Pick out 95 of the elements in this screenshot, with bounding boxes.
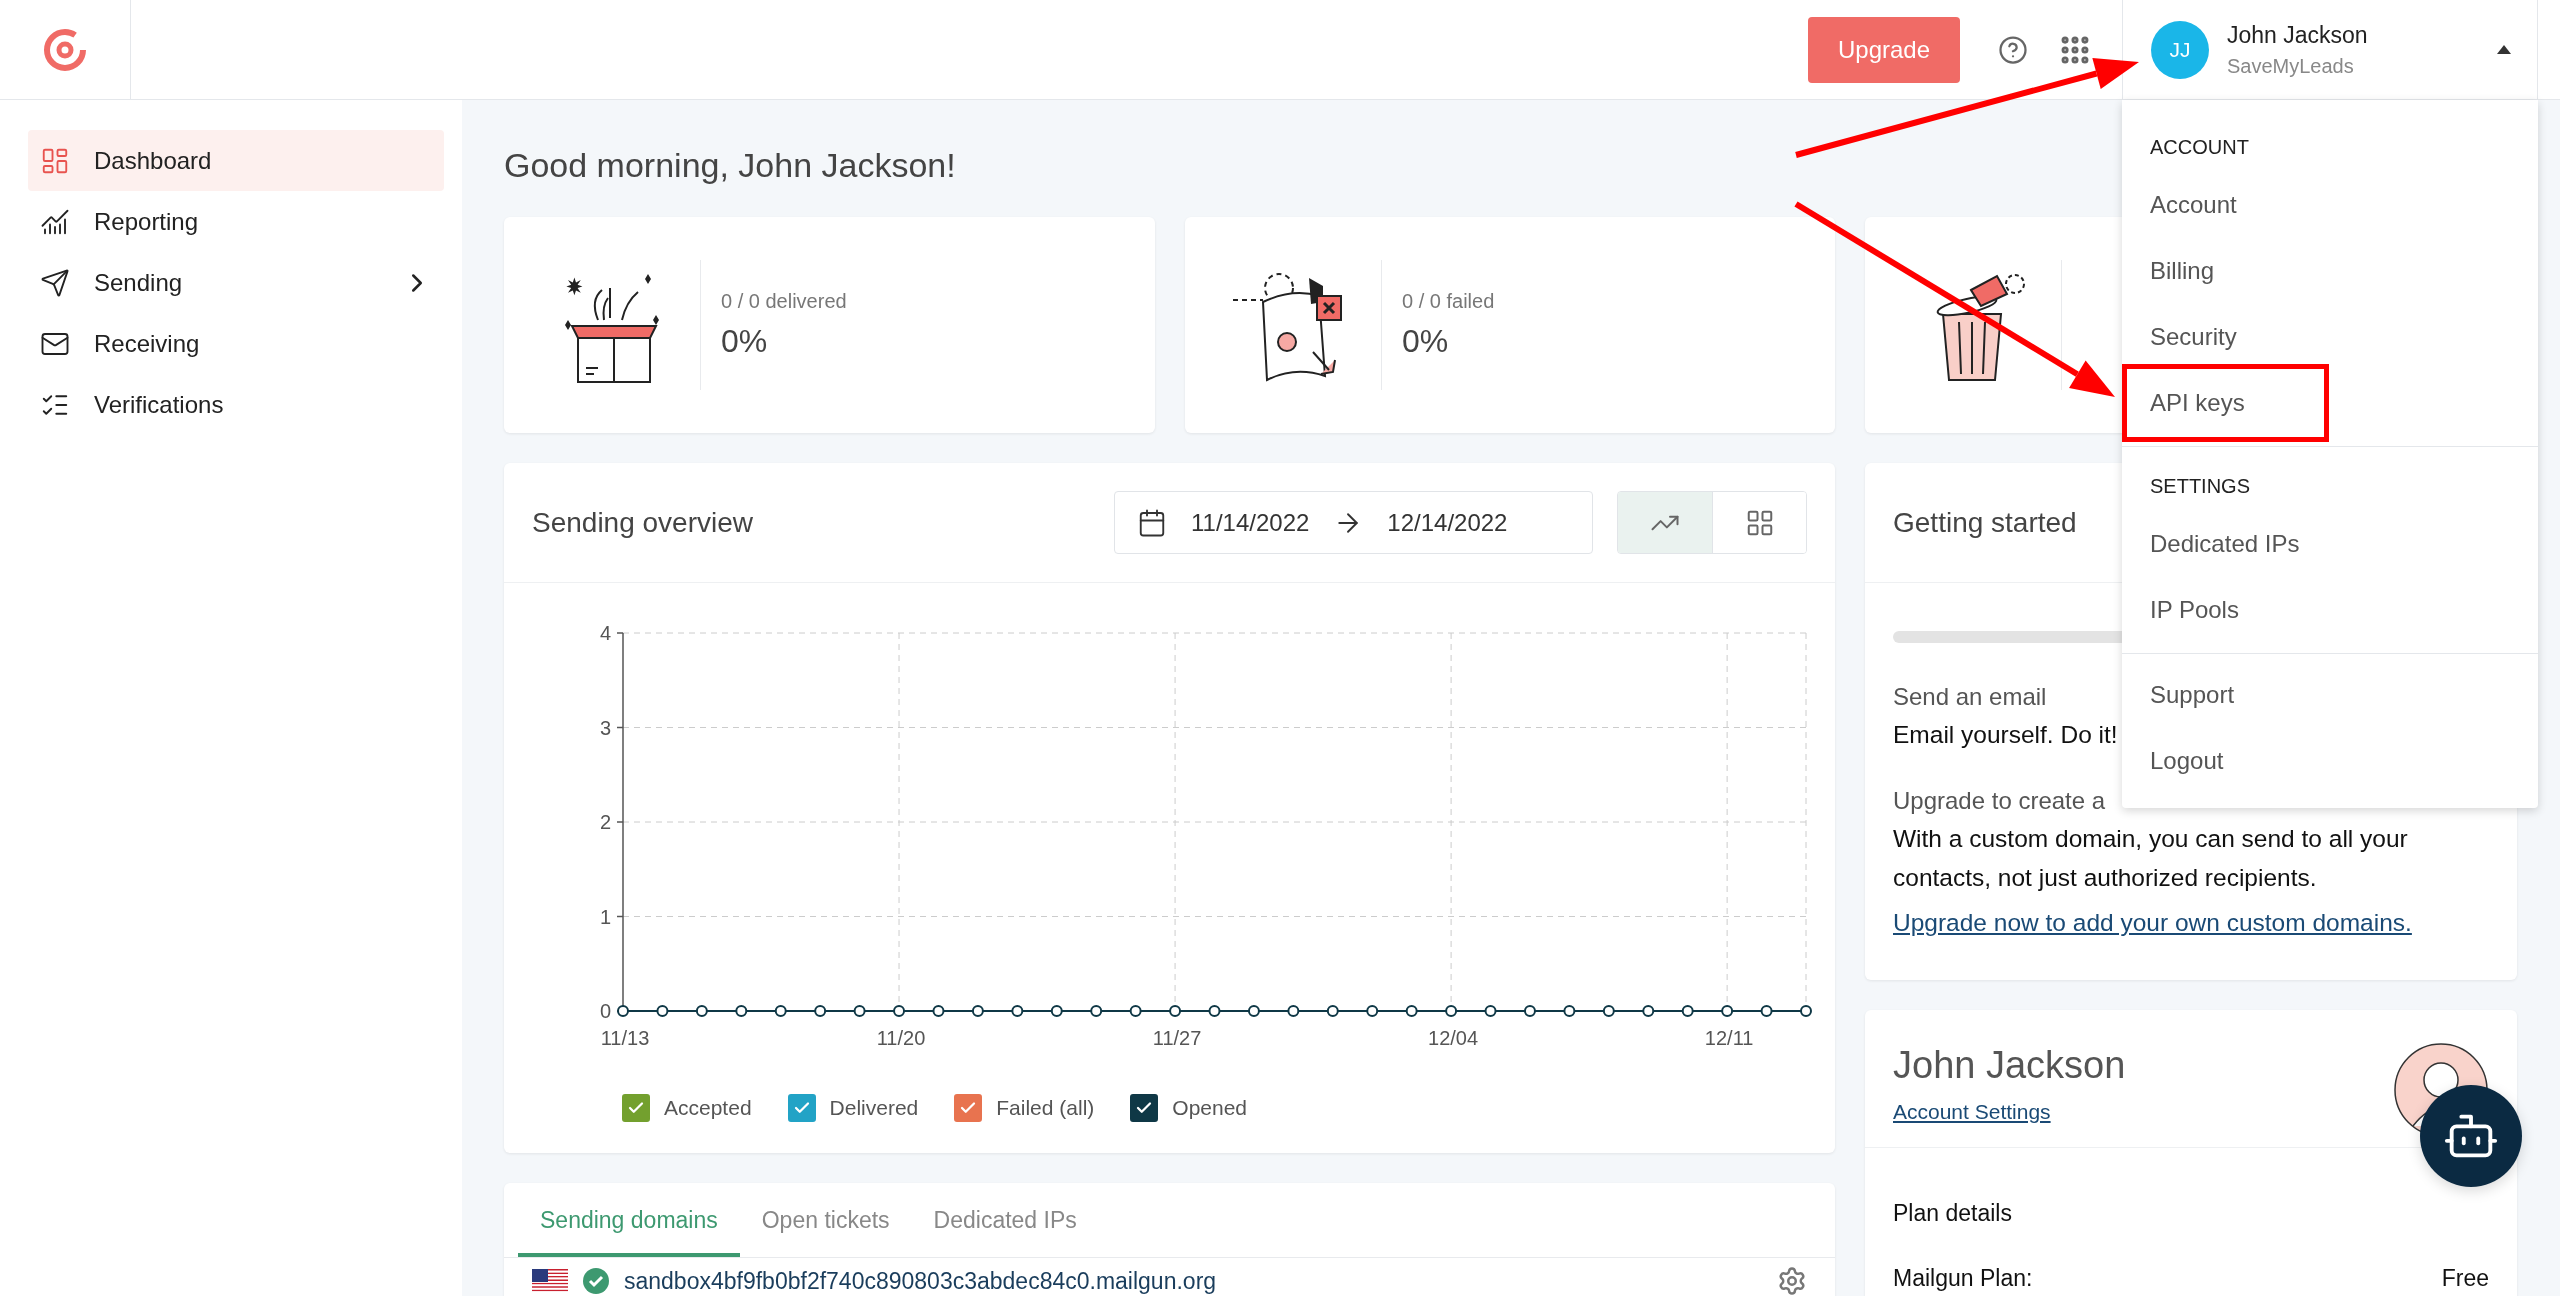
data-point (1090, 1005, 1103, 1017)
grid-view-button[interactable] (1712, 492, 1806, 553)
legend-checkbox[interactable] (787, 1094, 816, 1122)
data-point (1445, 1005, 1458, 1017)
axis-label: 0 (599, 1000, 611, 1022)
legend-label: Accepted (664, 1096, 752, 1120)
menu-item[interactable]: Dedicated IPs (2122, 511, 2538, 577)
axis-label: 11/27 (1152, 1027, 1202, 1049)
plan-label: Mailgun Plan: (1893, 1265, 2033, 1292)
tab[interactable]: Dedicated IPs (911, 1187, 1099, 1257)
caret-icon[interactable] (2497, 45, 2511, 54)
settings-icon[interactable] (1777, 1266, 1807, 1296)
sidebar-item[interactable]: Verifications (28, 374, 444, 435)
data-point (1760, 1005, 1773, 1017)
sidebar-item[interactable]: Dashboard (28, 130, 444, 191)
data-point (774, 1005, 787, 1017)
calendar-icon (1137, 507, 1167, 538)
date-range-field[interactable]: 11/14/2022 12/14/2022 (1114, 491, 1593, 554)
legend-checkbox[interactable] (622, 1094, 650, 1122)
menu-heading: SETTINGS (2149, 474, 2251, 499)
tab[interactable]: Sending domains (518, 1187, 740, 1257)
axis-label: 3 (599, 716, 611, 739)
axis-label: 2 (599, 811, 611, 833)
step-text: Email yourself. Do it! (1893, 720, 2119, 750)
data-point (893, 1005, 906, 1017)
data-point (1326, 1005, 1339, 1017)
data-point (1247, 1005, 1260, 1017)
stat-caption: 0 / 0 delivered (721, 290, 847, 313)
sidebar-item[interactable]: Receiving (28, 313, 444, 374)
data-point (1208, 1005, 1221, 1017)
data-point (932, 1005, 945, 1017)
plan-value: Free (2441, 1265, 2489, 1292)
stat-value: 0% (1402, 323, 1450, 360)
legend-label: Delivered (829, 1096, 919, 1120)
flag-icon (532, 1269, 568, 1293)
card-title: Sending overview (532, 506, 755, 539)
menu-heading: ACCOUNT (2149, 135, 2250, 160)
card-title: Getting started (1893, 506, 2078, 539)
menu-item[interactable]: Support (2122, 662, 2538, 728)
axis-label: 12/04 (1428, 1027, 1479, 1049)
axis-label: 4 (599, 622, 611, 644)
data-point (656, 1005, 669, 1017)
data-point (1602, 1005, 1615, 1017)
menu-item[interactable]: IP Pools (2122, 577, 2538, 643)
logo-icon (42, 26, 88, 73)
data-point (617, 1005, 629, 1017)
data-point (1287, 1005, 1300, 1017)
data-point (1366, 1005, 1379, 1017)
data-point (971, 1005, 984, 1017)
menu-item[interactable]: Billing (2122, 238, 2538, 304)
data-point (1169, 1005, 1182, 1017)
tab[interactable]: Open tickets (739, 1187, 912, 1257)
stat-value: 0% (721, 323, 769, 360)
data-point (1484, 1005, 1497, 1017)
data-point (1050, 1005, 1063, 1017)
help-icon[interactable] (1998, 34, 2028, 65)
upgrade-link[interactable]: Upgrade now to add your own custom domains. (1893, 909, 2412, 937)
data-point (1642, 1005, 1655, 1017)
axis-label: 12/11 (1704, 1027, 1754, 1049)
sidebar-item[interactable]: Sending (28, 252, 444, 313)
data-point (1800, 1005, 1812, 1017)
sidebar-item[interactable]: Reporting (28, 191, 444, 252)
legend-label: Failed (all) (996, 1096, 1095, 1120)
legend-checkbox[interactable] (1130, 1094, 1159, 1122)
data-point (1405, 1005, 1418, 1017)
step-title: Send an email (1893, 683, 2047, 711)
menu-item[interactable]: Logout (2122, 728, 2538, 794)
menu-item[interactable]: Account (2122, 172, 2538, 238)
company-name: SaveMyLeads (2227, 54, 2355, 78)
plan-title: Plan details (1893, 1200, 2013, 1227)
nav-icon (40, 267, 70, 298)
menu-item[interactable]: Security (2122, 304, 2538, 370)
stat-caption: 0 / 0 failed (1402, 290, 1495, 313)
data-point (1523, 1005, 1536, 1017)
data-point (853, 1005, 866, 1017)
data-point (1721, 1005, 1734, 1017)
legend-label: Opened (1172, 1096, 1248, 1120)
axis-label: 1 (599, 905, 611, 928)
data-point (1563, 1005, 1576, 1017)
data-point (695, 1005, 708, 1017)
domain-name: sandbox4bf9fb0bf2f740c890803c3abdec84c0.mailgun.org (624, 1267, 1218, 1295)
greeting: Good morning, John Jackson! (504, 145, 956, 186)
user-name: John Jackson (2227, 21, 2369, 49)
account-name: John Jackson (1893, 1043, 2127, 1088)
data-point (1681, 1005, 1694, 1017)
account-settings-link[interactable]: Account Settings (1893, 1100, 2051, 1124)
data-point (1011, 1005, 1024, 1017)
axis-label: 11/20 (876, 1027, 926, 1049)
axis-label: 11/13 (600, 1027, 650, 1049)
data-point (814, 1005, 827, 1017)
step-title: Upgrade to create a (1893, 787, 2106, 815)
legend-checkbox[interactable] (954, 1094, 983, 1122)
data-point (735, 1005, 748, 1017)
data-point (1129, 1005, 1142, 1017)
step-text: With a custom domain, you can send to all your contacts, not just authorized recipients. (1893, 824, 2409, 893)
